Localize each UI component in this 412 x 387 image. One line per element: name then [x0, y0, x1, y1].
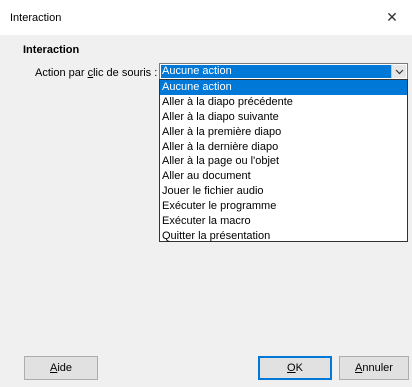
dropdown-option[interactable]: Aller à la diapo précédente — [160, 95, 407, 110]
help-button[interactable]: Aide — [24, 356, 98, 380]
action-label: Action par clic de souris : — [35, 67, 158, 79]
ok-button[interactable]: OK — [258, 356, 332, 380]
cancel-button[interactable]: Annuler — [339, 356, 409, 380]
close-button[interactable]: ✕ — [372, 0, 412, 35]
dropdown-option[interactable]: Aucune action — [160, 80, 407, 95]
combobox-value: Aucune action — [161, 65, 391, 78]
combobox-arrow-button[interactable] — [391, 65, 406, 78]
action-combobox[interactable]: Aucune action — [159, 63, 408, 80]
dropdown-option[interactable]: Aller à la diapo suivante — [160, 110, 407, 125]
window-title: Interaction — [10, 12, 62, 24]
dropdown-option[interactable]: Aller à la page ou l'objet — [160, 154, 407, 169]
dropdown-option[interactable]: Jouer le fichier audio — [160, 184, 407, 199]
dropdown-option[interactable]: Quitter la présentation — [160, 229, 407, 244]
close-icon: ✕ — [386, 9, 398, 25]
title-bar: Interaction ✕ — [0, 0, 412, 35]
dropdown-option[interactable]: Aller à la dernière diapo — [160, 140, 407, 155]
dropdown-option[interactable]: Exécuter le programme — [160, 199, 407, 214]
section-title: Interaction — [23, 44, 80, 56]
dropdown-option[interactable]: Aller à la première diapo — [160, 125, 407, 140]
dropdown-option[interactable]: Aller au document — [160, 169, 407, 184]
action-dropdown-list: Aucune action Aller à la diapo précédente… — [159, 79, 408, 242]
dropdown-option[interactable]: Exécuter la macro — [160, 214, 407, 229]
chevron-down-icon — [395, 69, 403, 74]
